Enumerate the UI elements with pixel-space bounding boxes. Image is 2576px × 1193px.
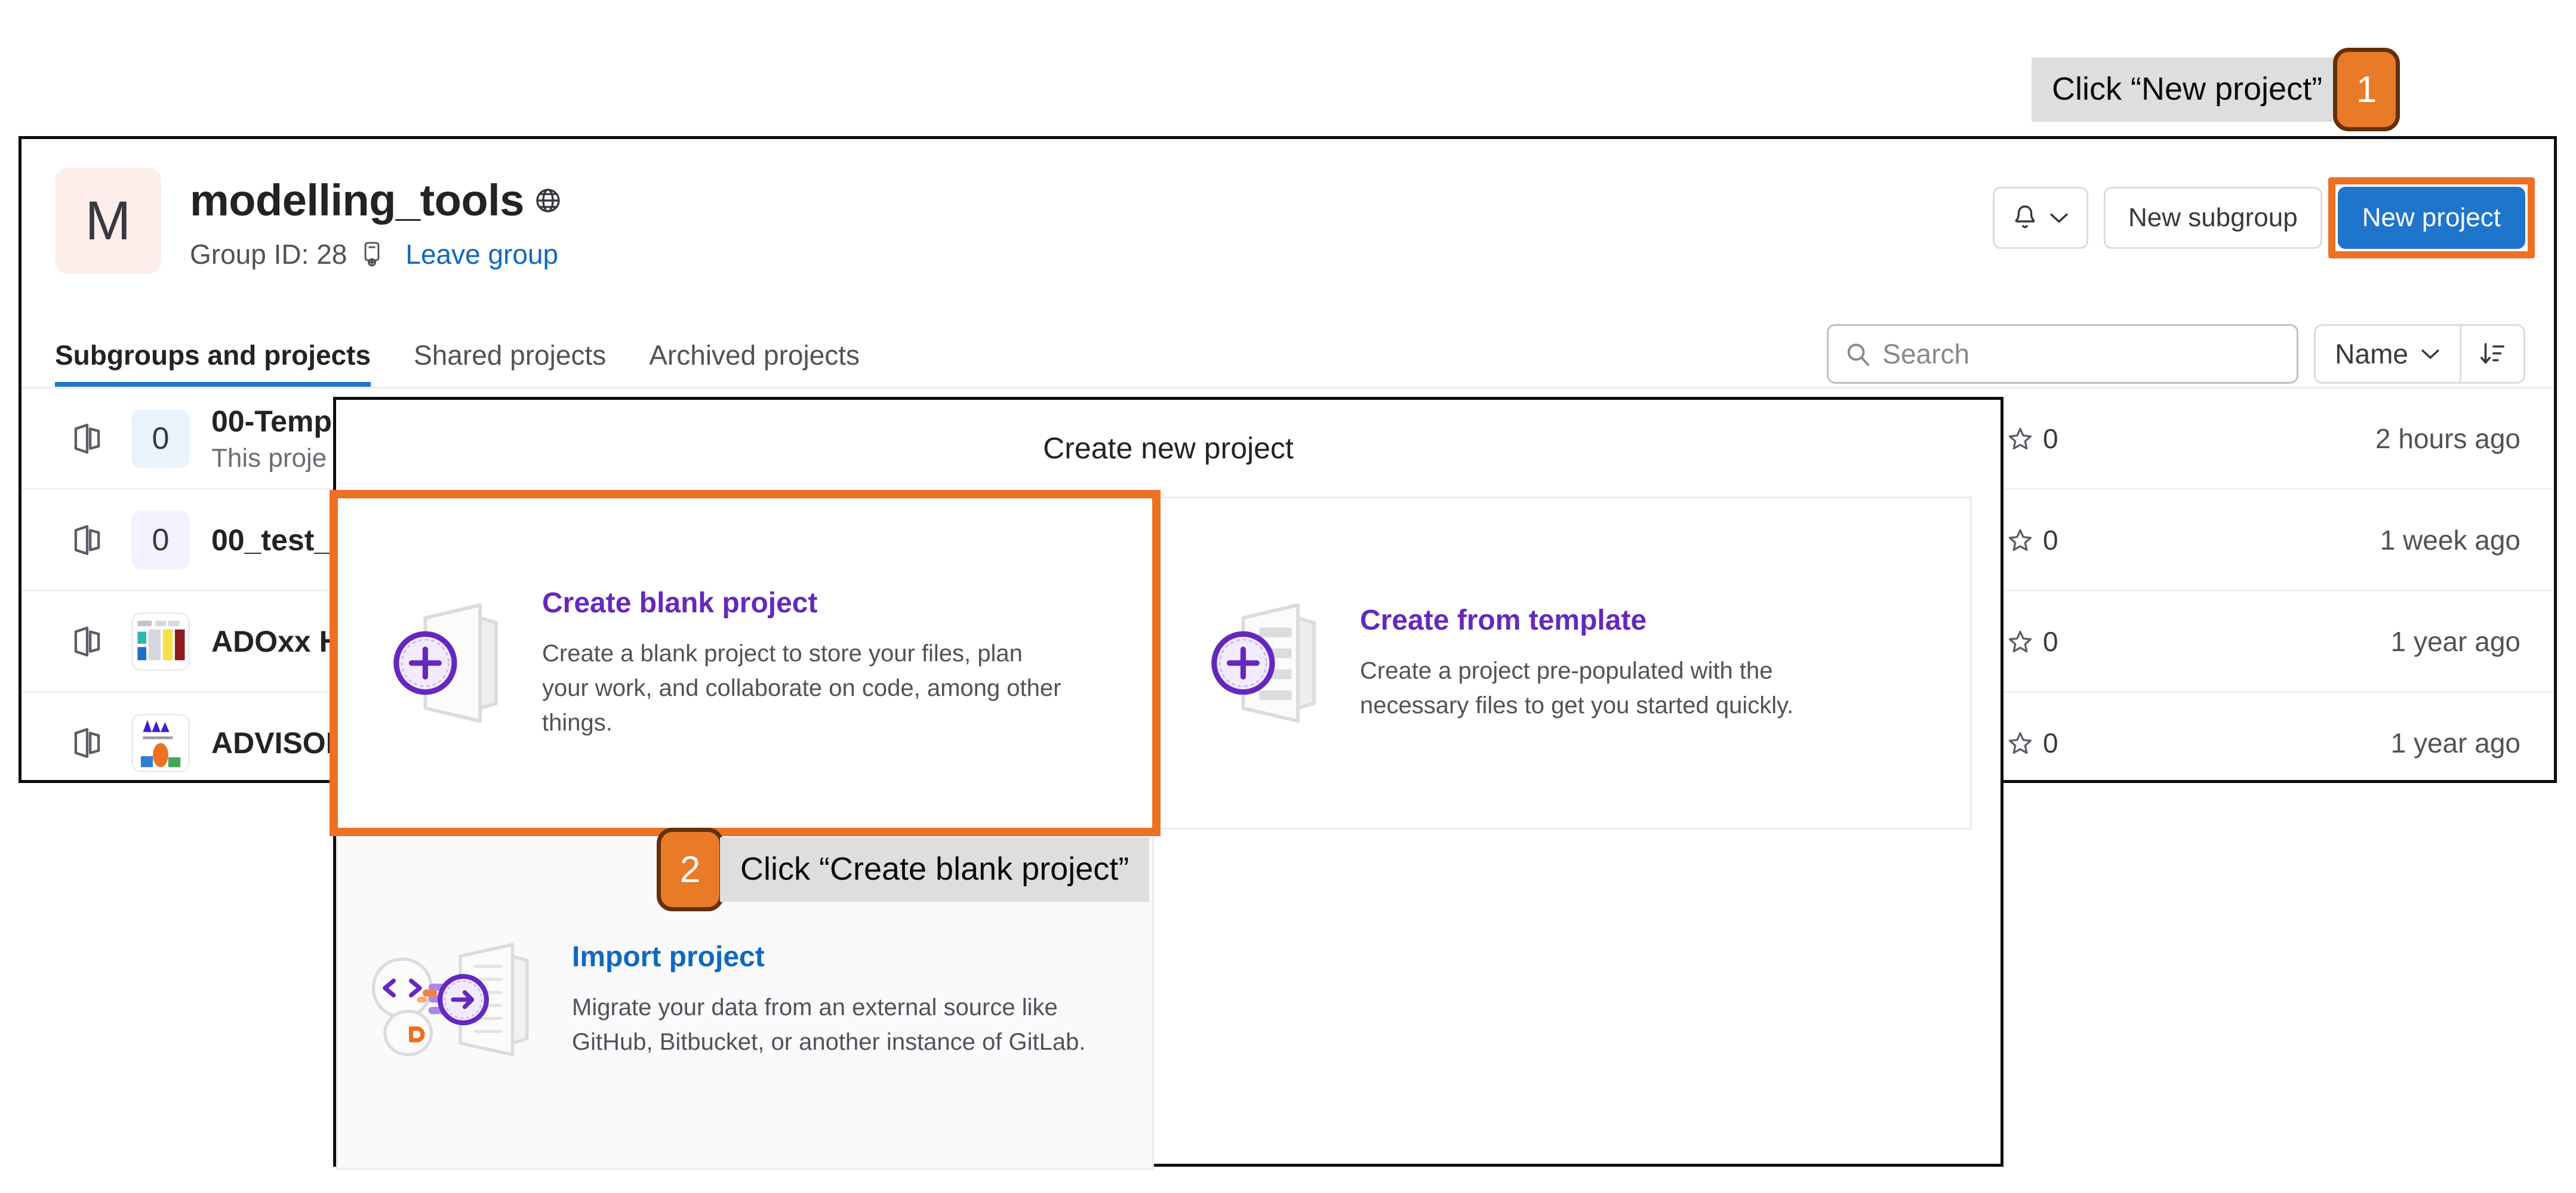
star-count[interactable]: 0 — [2007, 625, 2186, 658]
dialog-title: Create new project — [1043, 431, 1294, 465]
star-count[interactable]: 0 — [2007, 524, 2186, 556]
group-avatar: M — [55, 168, 161, 274]
group-title-row: modelling_tools — [190, 177, 562, 224]
star-icon — [2007, 628, 2033, 655]
star-count[interactable]: 0 — [2007, 727, 2186, 759]
create-blank-project-title[interactable]: Create blank project — [542, 587, 1067, 619]
avatar: 0 — [131, 409, 190, 468]
group-header-actions: New subgroup New project — [1992, 177, 2535, 258]
project-updated-time: 1 week ago — [2380, 524, 2520, 556]
group-sub-row: Group ID: 28 Leave group — [190, 238, 562, 270]
sort-controls: Name — [2314, 324, 2525, 384]
star-number: 0 — [2043, 727, 2058, 759]
star-number: 0 — [2043, 625, 2058, 657]
project-updated-time: 1 year ago — [2390, 625, 2520, 657]
star-icon — [2007, 426, 2033, 452]
project-cube-icon — [70, 420, 104, 457]
search-input[interactable]: Search — [1827, 324, 2299, 384]
annotation-badge-1: 1 — [2333, 48, 2400, 131]
annotation-callout-1: Click “New project” 1 — [2032, 48, 2400, 131]
group-id-label: Group ID: 28 — [190, 238, 347, 270]
star-number: 0 — [2043, 524, 2058, 556]
star-icon — [2007, 730, 2033, 756]
notifications-dropdown-button[interactable] — [1992, 187, 2088, 249]
avatar — [131, 713, 190, 772]
search-icon — [1845, 341, 1870, 366]
create-new-project-dialog: Create new project Create blank project … — [330, 397, 2003, 1170]
project-cube-icon — [70, 623, 104, 660]
annotation-callout-2: 2 Click “Create blank project” — [657, 828, 1150, 911]
sort-descending-icon — [2479, 340, 2506, 368]
import-project-title[interactable]: Import project — [572, 941, 1097, 973]
group-meta: modelling_tools Group ID: 28 Leave group — [190, 168, 562, 270]
search-and-sort-group: Search Name — [1827, 324, 2525, 384]
create-from-template-card[interactable]: Create from template Create a project pr… — [1154, 497, 1972, 830]
import-project-icon — [362, 925, 565, 1074]
page-title: modelling_tools — [190, 175, 524, 225]
sort-field-label: Name — [2335, 338, 2408, 369]
tab-shared-projects[interactable]: Shared projects — [414, 312, 606, 387]
search-placeholder: Search — [1882, 338, 1970, 369]
sort-field-dropdown[interactable]: Name — [2316, 326, 2461, 382]
project-stats: 0 1 year ago — [2007, 727, 2520, 759]
globe-icon — [534, 186, 562, 215]
create-blank-project-description: Create a blank project to store your fil… — [542, 640, 1061, 736]
card-body: Import project Migrate your data from an… — [572, 941, 1097, 1059]
group-tabs: Subgroups and projects Shared projects A… — [21, 312, 2554, 389]
annotation-text-1: Click “New project” — [2032, 57, 2343, 122]
chevron-down-icon — [2420, 347, 2440, 360]
copy-icon[interactable] — [360, 241, 384, 267]
avatar — [131, 612, 190, 671]
template-project-icon — [1192, 582, 1353, 744]
avatar: 0 — [131, 510, 190, 569]
card-body: Create from template Create a project pr… — [1360, 604, 1885, 723]
project-updated-time: 1 year ago — [2390, 727, 2520, 759]
screenshot-stage: M modelling_tools Group ID: 28 Leave gro… — [0, 0, 2576, 1193]
project-cube-icon — [70, 522, 104, 559]
annotation-text-2: Click “Create blank project” — [720, 837, 1150, 902]
star-count[interactable]: 0 — [2007, 423, 2186, 455]
project-type-cards: Create blank project Create a blank proj… — [330, 490, 2001, 836]
create-blank-project-card[interactable]: Create blank project Create a blank proj… — [330, 490, 1161, 836]
tab-archived-projects[interactable]: Archived projects — [649, 312, 860, 387]
create-from-template-title[interactable]: Create from template — [1360, 604, 1885, 637]
bell-icon — [2012, 204, 2038, 232]
new-project-button[interactable]: New project — [2337, 187, 2525, 249]
new-subgroup-button[interactable]: New subgroup — [2103, 187, 2322, 249]
leave-group-link[interactable]: Leave group — [405, 238, 558, 270]
project-cube-icon — [70, 725, 104, 762]
star-number: 0 — [2043, 423, 2058, 454]
blank-project-icon — [374, 582, 535, 744]
new-project-button-wrapper: New project — [2328, 177, 2535, 258]
project-updated-time: 2 hours ago — [2375, 423, 2520, 454]
project-stats: 0 1 week ago — [2007, 524, 2520, 556]
project-stats: 0 1 year ago — [2007, 625, 2520, 658]
create-from-template-description: Create a project pre-populated with the … — [1360, 657, 1794, 719]
sort-direction-button[interactable] — [2461, 326, 2523, 382]
project-stats: 0 2 hours ago — [2007, 423, 2520, 455]
card-body: Create blank project Create a blank proj… — [542, 587, 1067, 740]
annotation-badge-2: 2 — [657, 828, 724, 911]
chevron-down-icon — [2049, 211, 2069, 224]
import-project-description: Migrate your data from an external sourc… — [572, 994, 1086, 1055]
star-icon — [2007, 527, 2033, 553]
tab-subgroups-and-projects[interactable]: Subgroups and projects — [55, 312, 371, 387]
